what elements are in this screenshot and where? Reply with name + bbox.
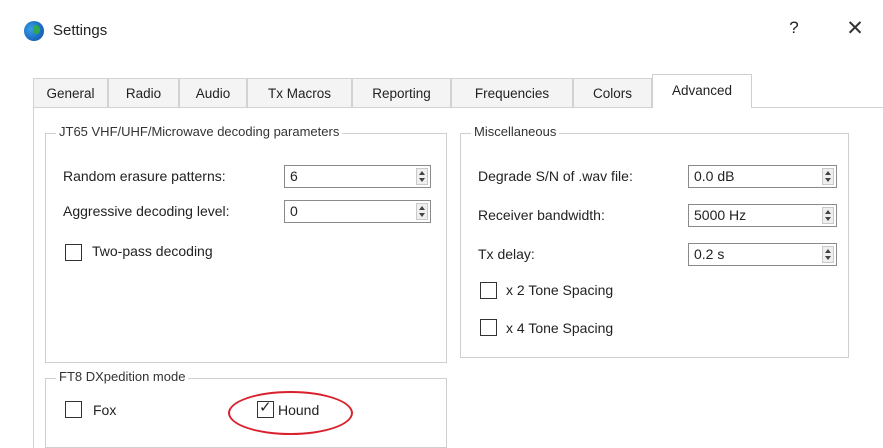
hound-highlight-ellipse: [228, 391, 353, 435]
globe-icon: [24, 21, 44, 41]
random-erasure-spinbox[interactable]: 6: [284, 165, 431, 188]
x2-tone-checkbox[interactable]: [480, 282, 497, 299]
fox-label: Fox: [93, 402, 117, 418]
x4-tone-label: x 4 Tone Spacing: [506, 320, 614, 336]
spin-arrows-icon[interactable]: [822, 168, 834, 185]
aggressive-value: 0: [290, 203, 298, 219]
tab-general[interactable]: General: [33, 78, 108, 107]
random-erasure-value: 6: [290, 168, 298, 184]
spin-arrows-icon[interactable]: [822, 246, 834, 263]
spin-arrows-icon[interactable]: [416, 203, 428, 220]
misc-group-title: Miscellaneous: [471, 124, 560, 139]
txdelay-spinbox[interactable]: 0.2 s: [688, 243, 837, 266]
title-bar: Settings ? ✕: [0, 0, 883, 64]
bandwidth-label: Receiver bandwidth:: [478, 207, 605, 223]
tab-advanced[interactable]: Advanced: [652, 74, 752, 108]
spin-arrows-icon[interactable]: [822, 207, 834, 224]
tab-tx-macros[interactable]: Tx Macros: [247, 78, 352, 107]
tab-frequencies[interactable]: Frequencies: [451, 78, 573, 107]
bandwidth-value: 5000 Hz: [694, 207, 747, 223]
x4-tone-checkbox[interactable]: [480, 319, 497, 336]
two-pass-label: Two-pass decoding: [92, 243, 213, 259]
fox-checkbox[interactable]: [65, 401, 82, 418]
aggressive-spinbox[interactable]: 0: [284, 200, 431, 223]
tab-colors[interactable]: Colors: [573, 78, 652, 107]
two-pass-checkbox[interactable]: [65, 244, 82, 261]
txdelay-label: Tx delay:: [478, 246, 535, 262]
txdelay-value: 0.2 s: [694, 246, 725, 262]
degrade-spinbox[interactable]: 0.0 dB: [688, 165, 837, 188]
tab-reporting[interactable]: Reporting: [352, 78, 451, 107]
jt65-group-title: JT65 VHF/UHF/Microwave decoding paramete…: [56, 124, 343, 139]
aggressive-label: Aggressive decoding level:: [63, 203, 230, 219]
spin-arrows-icon[interactable]: [416, 168, 428, 185]
close-button[interactable]: ✕: [843, 16, 867, 42]
tab-audio[interactable]: Audio: [179, 78, 247, 107]
bandwidth-spinbox[interactable]: 5000 Hz: [688, 204, 837, 227]
window-left-edge: [0, 64, 8, 441]
x2-tone-label: x 2 Tone Spacing: [506, 282, 614, 298]
degrade-label: Degrade S/N of .wav file:: [478, 168, 633, 184]
tab-radio[interactable]: Radio: [108, 78, 179, 107]
ft8-group-title: FT8 DXpedition mode: [56, 369, 189, 384]
window-title: Settings: [53, 22, 108, 39]
help-button[interactable]: ?: [784, 18, 804, 42]
random-erasure-label: Random erasure patterns:: [63, 168, 226, 184]
degrade-value: 0.0 dB: [694, 168, 735, 184]
